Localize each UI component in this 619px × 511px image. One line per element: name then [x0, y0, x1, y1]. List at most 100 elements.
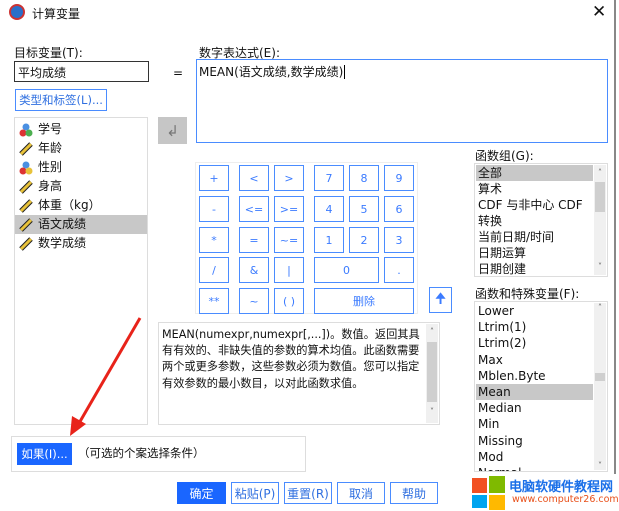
keypad-button[interactable]: 1: [314, 227, 344, 253]
keypad-button[interactable]: /: [199, 257, 229, 283]
window-title: 计算变量: [32, 7, 81, 21]
scale-ruler-icon: [19, 198, 33, 213]
keypad-button[interactable]: *: [199, 227, 229, 253]
keypad-button[interactable]: 删除: [314, 288, 414, 314]
function-group-scrollbar[interactable]: ˄ ˅: [594, 165, 606, 275]
function-item[interactable]: Lower: [476, 303, 593, 319]
keypad-button[interactable]: =: [239, 227, 269, 253]
keypad-button[interactable]: -: [199, 196, 229, 222]
type-and-label-button[interactable]: 类型和标签(L)...: [15, 89, 107, 111]
keypad-button[interactable]: 0: [314, 257, 379, 283]
function-group-item[interactable]: 日期创建: [476, 261, 593, 277]
target-variable-input[interactable]: 平均成绩: [14, 61, 149, 82]
functions-scrollbar[interactable]: ˄ ˅: [594, 303, 606, 470]
function-item[interactable]: Mean: [476, 383, 593, 401]
keypad-button[interactable]: **: [199, 288, 229, 314]
variable-item[interactable]: 年龄: [15, 139, 147, 158]
keypad-button[interactable]: |: [274, 257, 304, 283]
function-group-item[interactable]: CDF 与非中心 CDF: [476, 197, 593, 213]
keypad-button[interactable]: >=: [274, 196, 304, 222]
function-group-list[interactable]: ˄ ˅ 全部 算术 CDF 与非中心 CDF 转换 当前日期/时间 日期运算 日期创建: [474, 163, 608, 277]
watermark: 电脑软硬件教程网 www.computer26.com: [472, 474, 619, 511]
function-item[interactable]: Ltrim(1): [476, 319, 593, 335]
function-item[interactable]: Mblen.Byte: [476, 368, 593, 384]
function-item[interactable]: Ltrim(2): [476, 335, 593, 351]
keypad-button[interactable]: <: [239, 165, 269, 191]
function-item[interactable]: Median: [476, 400, 593, 416]
move-up-button[interactable]: 🠉: [429, 287, 452, 313]
variable-item[interactable]: 体重（kg）: [15, 196, 147, 215]
functions-list[interactable]: ˄ ˅ Lower Ltrim(1) Ltrim(2) Max Mblen.Byte Mea…: [474, 301, 608, 472]
variable-name: 数学成绩: [38, 236, 87, 250]
move-variable-button[interactable]: ↲: [158, 117, 187, 144]
variable-name: 学号: [38, 122, 63, 136]
if-button[interactable]: 如果(I)...: [17, 443, 72, 465]
keypad-button[interactable]: ~: [239, 288, 269, 314]
keypad-button[interactable]: <=: [239, 196, 269, 222]
function-group-item[interactable]: 当前日期/时间: [476, 229, 593, 245]
if-note: （可选的个案选择条件）: [78, 446, 205, 460]
app-icon: [9, 4, 25, 20]
expression-text: MEAN(语文成绩,数学成绩): [199, 65, 344, 79]
variable-name: 体重（kg）: [38, 198, 101, 212]
scale-ruler-icon: [19, 236, 33, 251]
ok-button[interactable]: 确定: [177, 482, 226, 504]
windows-logo-icon: [472, 476, 505, 510]
arrow-up-icon: 🠉: [434, 291, 447, 307]
function-group-item[interactable]: 日期运算: [476, 245, 593, 261]
function-item[interactable]: Missing: [476, 433, 593, 449]
keypad-button[interactable]: ~=: [274, 227, 304, 253]
description-scrollbar[interactable]: ˄ ˅: [426, 324, 438, 423]
close-icon[interactable]: ✕: [592, 2, 606, 22]
arrow-left-icon: ↲: [166, 121, 179, 140]
cancel-button[interactable]: 取消: [337, 482, 385, 504]
keypad-button[interactable]: 3: [384, 227, 414, 253]
variable-name: 身高: [38, 179, 63, 193]
function-item[interactable]: Min: [476, 416, 593, 432]
keypad-button[interactable]: 7: [314, 165, 344, 191]
function-item[interactable]: Normal: [476, 465, 593, 471]
watermark-url: www.computer26.com: [512, 494, 619, 505]
keypad-button[interactable]: &: [239, 257, 269, 283]
keypad-button[interactable]: 5: [349, 196, 379, 222]
text-cursor: [344, 65, 346, 79]
keypad-button[interactable]: 8: [349, 165, 379, 191]
keypad-button[interactable]: .: [384, 257, 414, 283]
expression-textarea[interactable]: MEAN(语文成绩,数学成绩): [196, 59, 608, 143]
variable-item[interactable]: 学号: [15, 120, 147, 139]
paste-button[interactable]: 粘贴(P): [231, 482, 279, 504]
watermark-title: 电脑软硬件教程网: [509, 480, 614, 495]
variable-name: 性别: [38, 160, 63, 174]
help-button[interactable]: 帮助: [390, 482, 438, 504]
function-item[interactable]: Max: [476, 352, 593, 368]
function-item[interactable]: Mod: [476, 449, 593, 465]
keypad-button[interactable]: +: [199, 165, 229, 191]
reset-button[interactable]: 重置(R): [284, 482, 332, 504]
variable-name: 年龄: [38, 141, 63, 155]
window-border: [614, 0, 616, 511]
keypad-button[interactable]: 9: [384, 165, 414, 191]
function-group-item[interactable]: 算术: [476, 181, 593, 197]
target-label: 目标变量(T):: [14, 46, 83, 60]
keypad-button[interactable]: >: [274, 165, 304, 191]
keypad-button[interactable]: ( ): [274, 288, 304, 314]
function-description: MEAN(numexpr,numexpr[,...])。数值。返回其具有有效的、…: [158, 322, 440, 425]
keypad-button[interactable]: 2: [349, 227, 379, 253]
variable-item[interactable]: 数学成绩: [15, 234, 147, 253]
scale-ruler-icon: [19, 217, 33, 232]
keypad-button[interactable]: 4: [314, 196, 344, 222]
keypad-button[interactable]: 6: [384, 196, 414, 222]
keypad: + < >7 8 9 - <= >= 4 5 6 * = ~= 1 2 3 /& | 0. ** ~( ) 删除: [195, 162, 418, 314]
nominal-icon: [19, 123, 33, 137]
variable-item[interactable]: 性别: [15, 158, 147, 177]
function-group-item[interactable]: 全部: [476, 165, 593, 181]
variable-item[interactable]: 语文成绩: [15, 215, 147, 234]
variable-item[interactable]: 身高: [15, 177, 147, 196]
scale-ruler-icon: [19, 141, 33, 156]
function-group-label: 函数组(G):: [475, 149, 534, 163]
nominal-string-icon: [19, 161, 33, 175]
scale-ruler-icon: [19, 179, 33, 194]
function-group-item[interactable]: 转换: [476, 213, 593, 229]
variable-list[interactable]: 学号年龄性别身高体重（kg） 语文成绩数学成绩: [14, 117, 148, 425]
equals-sign: =: [173, 66, 184, 80]
